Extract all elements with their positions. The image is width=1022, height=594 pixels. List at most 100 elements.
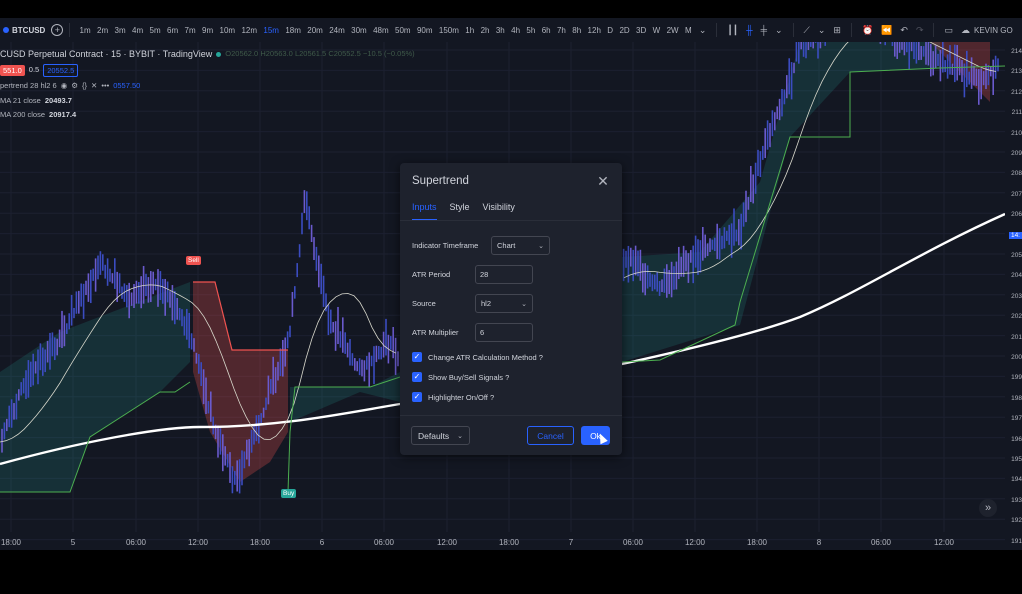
tab-style[interactable]: Style <box>450 202 470 221</box>
legend-indicator-ma21[interactable]: MA 21 close 20493.7 <box>0 94 415 108</box>
tab-visibility[interactable]: Visibility <box>483 202 515 221</box>
timeframe-3m[interactable]: 3m <box>111 26 129 35</box>
eye-icon[interactable]: ◉ <box>61 78 68 94</box>
cloud-icon[interactable]: ☁ <box>957 25 974 36</box>
checkbox-checked-icon[interactable]: ✓ <box>412 352 422 362</box>
chevron-down-icon[interactable]: ⌄ <box>771 25 787 36</box>
scroll-to-realtime-button[interactable]: » <box>979 499 997 517</box>
close-icon[interactable]: ✕ <box>91 78 97 94</box>
price-axis-label: 212 <box>1011 88 1022 96</box>
buy-signal-label: Buy <box>281 489 297 498</box>
layout-icon[interactable]: ▭ <box>940 25 957 36</box>
timeframe-6m[interactable]: 6m <box>164 26 182 35</box>
timeframe-5h[interactable]: 5h <box>523 26 538 35</box>
time-axis-label: 8 <box>816 538 822 547</box>
timeframe-2h[interactable]: 2h <box>477 26 492 35</box>
compare-add-icon[interactable]: + <box>51 24 64 36</box>
top-black-band <box>0 0 1022 18</box>
close-icon[interactable]: ✕ <box>596 174 610 188</box>
timeframe-4m[interactable]: 4m <box>129 26 147 35</box>
timeframe-5m[interactable]: 5m <box>146 26 164 35</box>
user-name[interactable]: KEVIN GO <box>974 26 1013 35</box>
checkbox-checked-icon[interactable]: ✓ <box>412 372 422 382</box>
checkbox-checked-icon[interactable]: ✓ <box>412 392 422 402</box>
indicator-name: MA 21 close <box>0 96 41 105</box>
price-axis-label: 197 <box>1011 415 1022 423</box>
timeframe-1m[interactable]: 1m <box>76 26 94 35</box>
replay-icon[interactable]: ⏪ <box>877 25 896 36</box>
alert-icon[interactable]: ⏰ <box>858 25 877 36</box>
timeframe-50m[interactable]: 50m <box>392 26 414 35</box>
templates-icon[interactable]: ⊞ <box>829 25 845 36</box>
timeframe-3D[interactable]: 3D <box>633 26 650 35</box>
timeframe-6h[interactable]: 6h <box>539 26 554 35</box>
time-axis[interactable]: 18:00 5 06:00 12:00 18:00 6 06:00 12:00 18:00 7 06… <box>0 532 1005 550</box>
timeframe-2m[interactable]: 2m <box>94 26 112 35</box>
price-axis-label: 193 <box>1011 496 1022 504</box>
timeframe-2W[interactable]: 2W <box>663 26 681 35</box>
indicators-icon[interactable]: ⟋ <box>800 25 814 36</box>
settings-icon[interactable]: ⚙ <box>71 78 78 94</box>
legend-open: O20562.0 <box>225 49 259 58</box>
time-axis-label: 7 <box>568 538 574 547</box>
cancel-button[interactable]: Cancel <box>527 426 574 445</box>
timeframe-W[interactable]: W <box>649 26 663 35</box>
indicator-timeframe-select[interactable]: Chart ⌄ <box>491 236 550 255</box>
time-axis-label: 12:00 <box>933 538 955 547</box>
toolbar-divider <box>850 23 852 37</box>
timeframe-48m[interactable]: 48m <box>370 26 392 35</box>
candles-icon[interactable]: ┃┃ <box>723 25 742 36</box>
indicator-value: 20493.7 <box>44 96 72 105</box>
checkbox-highlighter[interactable]: ✓ Highlighter On/Off ? <box>412 392 494 402</box>
price-axis[interactable]: 214 213 212 211 210 209 208 207 206 14: 205 204 203 2… <box>1005 42 1022 550</box>
timeframe-7m[interactable]: 7m <box>181 26 199 35</box>
timeframe-18m[interactable]: 18m <box>282 26 304 35</box>
symbol-search[interactable]: BTCUSD <box>0 26 45 35</box>
timeframe-1h[interactable]: 1h <box>462 26 477 35</box>
atr-period-row: ATR Period 28 <box>412 265 533 284</box>
timeframe-20m[interactable]: 20m <box>304 26 326 35</box>
checkbox-atr-method[interactable]: ✓ Change ATR Calculation Method ? <box>412 352 543 362</box>
timeframe-M[interactable]: M <box>682 26 695 35</box>
buy-price-button[interactable]: 20552.5 <box>43 63 79 77</box>
toolbar-divider <box>716 23 718 37</box>
checkbox-buy-sell-signals[interactable]: ✓ Show Buy/Sell Signals ? <box>412 372 509 382</box>
chart-type-icon[interactable]: ╪ <box>757 25 771 35</box>
timeframe-D[interactable]: D <box>604 26 616 35</box>
legend-indicator-ma200[interactable]: MA 200 close 20917.4 <box>0 108 415 122</box>
timeframe-4h[interactable]: 4h <box>508 26 523 35</box>
chevron-down-icon[interactable]: ⌄ <box>695 25 711 36</box>
time-axis-label: 12:00 <box>436 538 458 547</box>
timeframe-150m[interactable]: 150m <box>436 26 462 35</box>
atr-period-input[interactable]: 28 <box>475 265 533 284</box>
timeframe-7h[interactable]: 7h <box>554 26 569 35</box>
timeframe-8h[interactable]: 8h <box>569 26 584 35</box>
timeframe-12h[interactable]: 12h <box>584 26 604 35</box>
sell-price-button[interactable]: 551.0 <box>0 64 25 76</box>
timeframe-24m[interactable]: 24m <box>326 26 348 35</box>
source-code-icon[interactable]: {} <box>82 78 87 94</box>
defaults-dropdown[interactable]: Defaults ⌄ <box>411 426 470 445</box>
price-axis-label: 214 <box>1011 48 1022 55</box>
timeframe-12m[interactable]: 12m <box>238 26 260 35</box>
timeframe-30m[interactable]: 30m <box>348 26 370 35</box>
redo-icon[interactable]: ↷ <box>912 25 928 36</box>
undo-icon[interactable]: ↶ <box>896 25 912 36</box>
timeframe-9m[interactable]: 9m <box>199 26 217 35</box>
atr-multiplier-input[interactable]: 6 <box>475 323 533 342</box>
timeframe-90m[interactable]: 90m <box>414 26 436 35</box>
timeframe-3h[interactable]: 3h <box>493 26 508 35</box>
bars-icon[interactable]: ╫ <box>742 25 756 35</box>
tab-inputs[interactable]: Inputs <box>412 202 437 221</box>
price-axis-label: 202 <box>1011 313 1022 321</box>
timeframe-10m[interactable]: 10m <box>216 26 238 35</box>
timeframe-15m[interactable]: 15m <box>260 26 282 35</box>
price-axis-label: 192 <box>1011 517 1022 525</box>
more-icon[interactable]: ••• <box>101 78 109 94</box>
timeframe-2D[interactable]: 2D <box>616 26 633 35</box>
legend-indicator-supertrend[interactable]: pertrend 28 hl2 6 ◉ ⚙ {} ✕ ••• 0557.50 <box>0 78 415 94</box>
time-axis-label: 06:00 <box>870 538 892 547</box>
spread-value: 0.5 <box>28 65 40 74</box>
source-select[interactable]: hl2 ⌄ <box>475 294 533 313</box>
chevron-down-icon[interactable]: ⌄ <box>814 25 830 36</box>
